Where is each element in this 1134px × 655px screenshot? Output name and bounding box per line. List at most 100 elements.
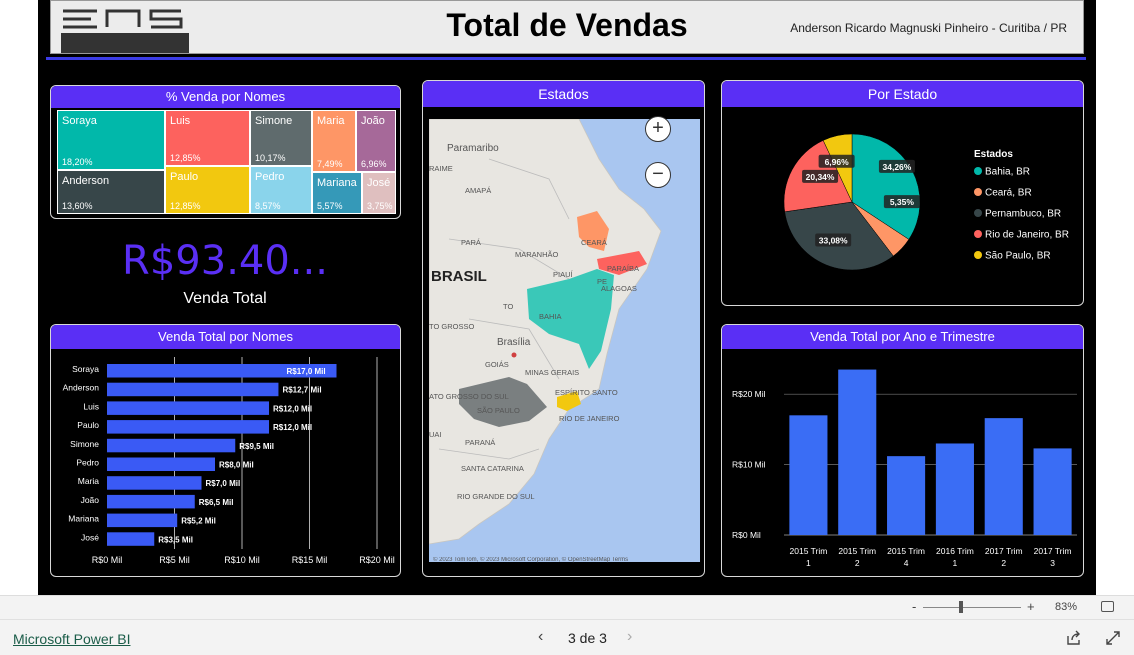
x-tick-label: 2016 Trim: [936, 546, 974, 556]
next-page-icon[interactable]: ›: [627, 628, 632, 646]
footer-bar: Microsoft Power BI ‹ 3 de 3 ›: [0, 619, 1134, 655]
map-place-label: PIAUÍ: [553, 270, 574, 279]
x-tick-label: 1: [953, 558, 958, 568]
x-tick-label: 2: [1001, 558, 1006, 568]
x-tick-label: R$20 Mil: [359, 555, 395, 565]
map-place-label: SÃO PAULO: [477, 406, 520, 415]
map-place-label: AMAPÁ: [465, 186, 491, 195]
treemap-tile[interactable]: Pedro 8,57%: [250, 166, 312, 214]
treemap-tile[interactable]: Maria 7,49%: [312, 110, 356, 172]
bar[interactable]: [107, 532, 155, 546]
treemap-tile-value: 8,57%: [255, 201, 281, 211]
bar[interactable]: [107, 476, 202, 490]
map-title: Estados: [423, 81, 704, 107]
treemap-tile[interactable]: Paulo 12,85%: [165, 166, 250, 214]
map-place-label: ATO GROSSO DO SUL: [429, 392, 509, 401]
powerbi-link[interactable]: Microsoft Power BI: [13, 631, 130, 647]
treemap-tile-value: 6,96%: [361, 159, 387, 169]
treemap-tile[interactable]: Simone 10,17%: [250, 110, 312, 166]
bar-data-label: R$17,0 Mil: [287, 367, 326, 376]
treemap-tile-value: 12,85%: [170, 201, 201, 211]
zoom-in-button[interactable]: +: [645, 116, 671, 142]
map-place-label: GOIÁS: [485, 360, 509, 369]
treemap-tile[interactable]: Luis 12,85%: [165, 110, 250, 166]
bar[interactable]: [107, 382, 279, 397]
column-bar[interactable]: [838, 369, 877, 535]
column-chart-panel[interactable]: Venda Total por Ano e Trimestre R$20 Mil…: [721, 324, 1084, 577]
y-category-label: João: [81, 495, 100, 505]
treemap-panel[interactable]: % Venda por Nomes Soraya 18,20% Anderson 13…: [50, 85, 401, 219]
x-tick-label: 2015 Trim: [838, 546, 876, 556]
map-place-label: RIO GRANDE DO SUL: [457, 492, 535, 501]
bar[interactable]: [107, 494, 195, 509]
map-place-label: ESPÍRITO SANTO: [555, 388, 618, 397]
treemap-tile-value: 7,49%: [317, 159, 343, 169]
treemap-tile-name: José: [367, 177, 391, 189]
treemap-tile-name: Anderson: [62, 175, 110, 187]
y-category-label: Maria: [78, 476, 100, 486]
legend-label: Pernambuco, BR: [985, 209, 1061, 220]
column-bar[interactable]: [935, 443, 974, 535]
treemap-tile[interactable]: João 6,96%: [356, 110, 396, 172]
bar-chart-panel[interactable]: Venda Total por Nomes R$0 Mil R$5 Mil R$10…: [50, 324, 401, 577]
map-place-label: PARANÁ: [465, 438, 495, 447]
y-category-label: Mariana: [68, 514, 99, 524]
treemap-tile[interactable]: Soraya 18,20%: [57, 110, 165, 170]
column-bar[interactable]: [789, 415, 828, 535]
zoom-slider[interactable]: [923, 607, 1021, 608]
bar[interactable]: [107, 513, 178, 528]
bar[interactable]: [107, 438, 236, 453]
map-place-label: BAHIA: [539, 312, 562, 321]
fullscreen-icon[interactable]: [1105, 630, 1121, 646]
treemap-tile-value: 10,17%: [255, 153, 286, 163]
treemap-chart: Soraya 18,20% Anderson 13,60% Luis 12,85% Paul…: [57, 110, 396, 214]
bar[interactable]: [107, 457, 215, 472]
bar[interactable]: [107, 420, 269, 434]
zoom-bar: - + 83%: [0, 595, 1134, 619]
treemap-tile-name: João: [361, 115, 385, 127]
bar-data-label: R$12,0 Mil: [273, 404, 312, 413]
capital-marker: [511, 352, 517, 358]
treemap-title: % Venda por Nomes: [51, 86, 400, 108]
map-panel[interactable]: Estados Paramaribo RAIME AMAPÁ PARÁ MARANHÃO…: [422, 80, 705, 577]
pie-chart-title: Por Estado: [722, 81, 1083, 107]
x-tick-label: R$0 Mil: [92, 555, 123, 565]
treemap-tile-name: Simone: [255, 115, 293, 127]
legend-label: Ceará, BR: [985, 188, 1032, 199]
column-bar[interactable]: [887, 456, 926, 535]
map-place-label: PARÁ: [461, 238, 481, 247]
zoom-slider-thumb[interactable]: [959, 601, 963, 613]
map-place-label: PARAÍBA: [607, 264, 639, 273]
legend-marker: [974, 188, 982, 196]
treemap-tile-value: 3,75%: [367, 201, 393, 211]
x-tick-label: R$10 Mil: [224, 555, 260, 565]
powerbi-report-app: Total de Vendas Anderson Ricardo Magnusk…: [0, 0, 1134, 655]
legend-title: Estados: [974, 149, 1013, 160]
x-tick-label: R$15 Mil: [292, 555, 328, 565]
y-category-label: Pedro: [76, 458, 99, 468]
bar-data-label: R$7,0 Mil: [206, 479, 241, 488]
treemap-tile[interactable]: Mariana 5,57%: [312, 172, 362, 214]
bar[interactable]: [107, 401, 269, 415]
kpi-label: Venda Total: [183, 290, 267, 307]
bar-data-label: R$8,0 Mil: [219, 461, 254, 470]
treemap-tile[interactable]: Anderson 13,60%: [57, 170, 165, 214]
legend-marker: [974, 251, 982, 259]
map-place-label: MINAS GERAIS: [525, 368, 579, 377]
y-category-label: Luis: [83, 401, 99, 411]
fit-page-icon[interactable]: [1101, 601, 1114, 612]
map-attribution[interactable]: © 2023 TomTom, © 2023 Microsoft Corporat…: [433, 557, 693, 563]
treemap-tile-name: Paulo: [170, 171, 199, 183]
pie-data-label: 5,35%: [890, 197, 915, 207]
map-place-label: Paramaribo: [447, 143, 499, 154]
column-bar[interactable]: [1033, 448, 1072, 535]
prev-page-icon[interactable]: ‹: [538, 628, 543, 646]
pie-chart-panel[interactable]: Por Estado 34,26% 5,35% 33,08% 20,34% 6,96% E…: [721, 80, 1084, 306]
treemap-tile-value: 13,60%: [62, 201, 93, 211]
share-icon[interactable]: [1066, 630, 1082, 646]
zoom-minus-button[interactable]: -: [912, 599, 916, 614]
treemap-tile[interactable]: José 3,75%: [362, 172, 396, 214]
zoom-plus-button[interactable]: +: [1027, 599, 1035, 614]
zoom-out-button[interactable]: −: [645, 162, 671, 188]
column-bar[interactable]: [984, 418, 1023, 535]
